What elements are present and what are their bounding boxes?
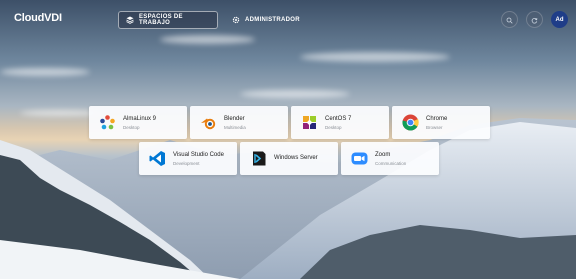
centos-icon xyxy=(301,114,318,131)
app-card-chrome[interactable]: Chrome Browser xyxy=(392,106,490,139)
chrome-icon xyxy=(402,114,419,131)
tab-workspaces-label: ESPACIOS DE TRABAJO xyxy=(139,14,183,26)
top-bar: CloudVDI ESPACIOS DE TRABAJO ADMINISTRAD… xyxy=(0,0,576,40)
tab-admin[interactable]: ADMINISTRADOR xyxy=(224,11,308,29)
app-category: Development xyxy=(173,160,200,166)
app-category: Communication xyxy=(375,160,407,166)
refresh-icon xyxy=(531,11,538,29)
tab-admin-label: ADMINISTRADOR xyxy=(245,17,300,23)
app-card-zoom[interactable]: Zoom Communication xyxy=(341,142,439,175)
app-logo[interactable]: CloudVDI xyxy=(14,12,62,24)
vscode-icon xyxy=(149,150,166,167)
settings-icon xyxy=(232,16,240,24)
tab-workspaces[interactable]: ESPACIOS DE TRABAJO xyxy=(118,11,218,29)
app-name: Visual Studio Code xyxy=(173,151,224,158)
search-icon xyxy=(506,11,513,29)
app-category: Desktop xyxy=(123,124,140,130)
app-card-almalinux[interactable]: AlmaLinux 9 Desktop xyxy=(89,106,187,139)
app-card-blender[interactable]: Blender Multimedia xyxy=(190,106,288,139)
user-avatar[interactable]: Ad xyxy=(551,11,568,28)
app-category: Multimedia xyxy=(224,124,246,130)
blender-icon xyxy=(200,114,217,131)
app-card-windows-server[interactable]: Windows Server xyxy=(240,142,338,175)
refresh-button[interactable] xyxy=(526,11,543,28)
app-name: Blender xyxy=(224,115,245,122)
windows-server-icon xyxy=(250,150,267,167)
main-nav: ESPACIOS DE TRABAJO ADMINISTRADOR xyxy=(118,11,308,29)
app-name: Windows Server xyxy=(274,155,318,161)
app-grid-row-2: Visual Studio Code Development Windows S… xyxy=(139,142,439,175)
app-name: CentOS 7 xyxy=(325,115,352,122)
zoom-icon xyxy=(351,150,368,167)
background-landscape xyxy=(0,0,576,279)
app-name: AlmaLinux 9 xyxy=(123,115,157,122)
app-grid-row-1: AlmaLinux 9 Desktop Blender Multimedia C… xyxy=(89,106,490,139)
header-tools: Ad xyxy=(501,11,568,28)
app-name: Zoom xyxy=(375,151,391,158)
app-card-centos[interactable]: CentOS 7 Desktop xyxy=(291,106,389,139)
app-category: Desktop xyxy=(325,124,342,130)
app-name: Chrome xyxy=(426,115,448,122)
search-button[interactable] xyxy=(501,11,518,28)
app-card-vscode[interactable]: Visual Studio Code Development xyxy=(139,142,237,175)
workspaces-icon xyxy=(126,16,134,24)
almalinux-icon xyxy=(99,114,116,131)
app-category: Browser xyxy=(426,124,443,130)
